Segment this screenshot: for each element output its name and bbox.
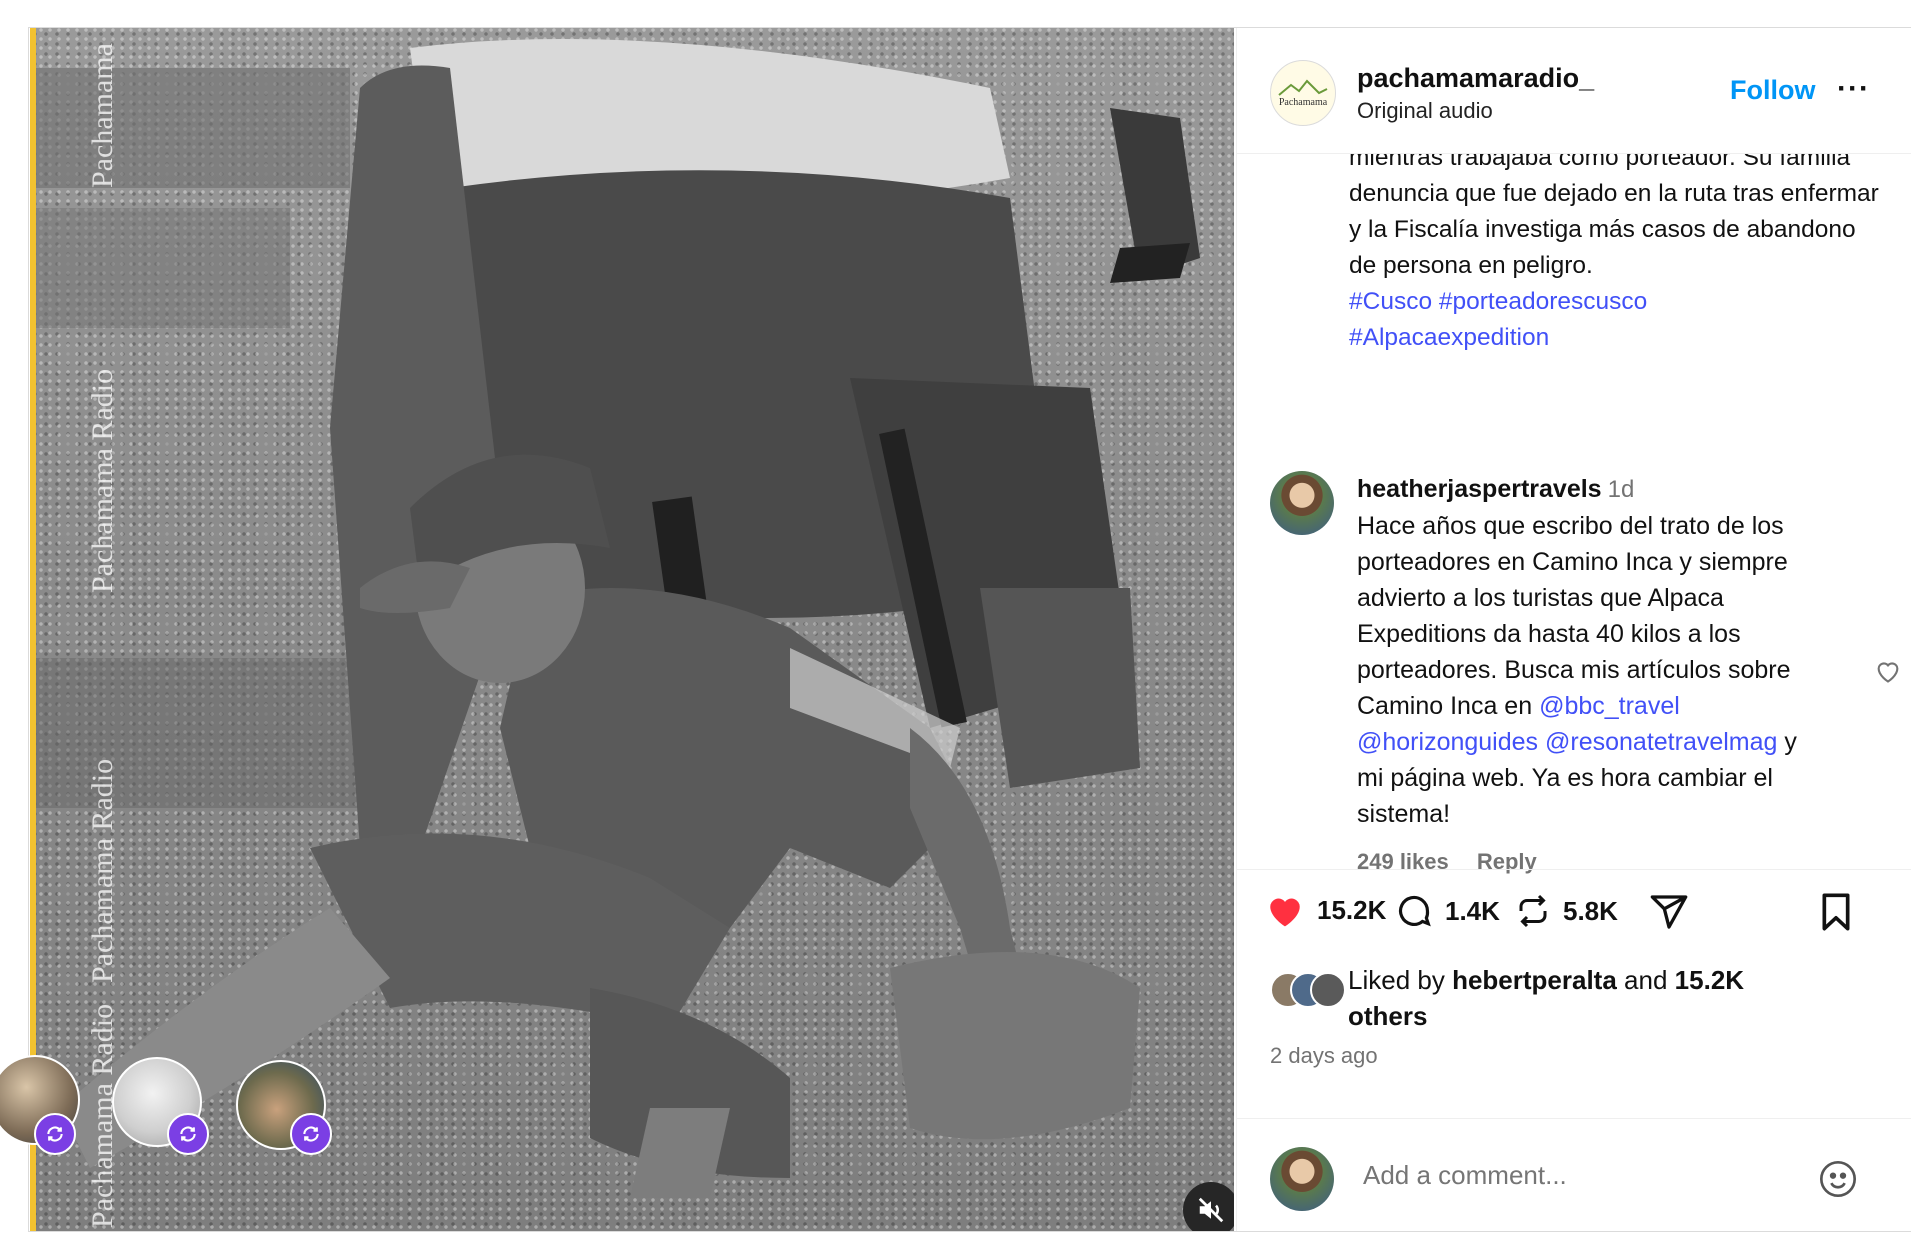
liked-by-and: and: [1624, 965, 1668, 995]
watermark-top: Pachamama: [86, 43, 119, 188]
repost-icon: [1519, 894, 1547, 928]
follow-button[interactable]: Follow: [1730, 75, 1815, 106]
watermark-lower: Pachamama Radio: [86, 758, 119, 983]
comment-reply-button[interactable]: Reply: [1477, 849, 1537, 874]
likes-count: 15.2K: [1317, 894, 1387, 925]
repost-badge: [167, 1113, 209, 1155]
commenter-username[interactable]: heatherjaspertravels: [1357, 475, 1602, 503]
repost-action[interactable]: 5.8K: [1515, 892, 1618, 930]
comment-likes[interactable]: 249 likes: [1357, 849, 1449, 874]
accent-edge: [30, 28, 36, 1231]
comment-text: Hace años que escribo del trato de los p…: [1357, 512, 1791, 720]
logo-text: Pachamama: [1279, 97, 1328, 108]
audio-label[interactable]: Original audio: [1357, 98, 1493, 124]
liked-by-text: Liked by hebertperalta and 15.2K others: [1348, 962, 1828, 1034]
porter-illustration: [30, 39, 1200, 1198]
add-comment-row: [1237, 1118, 1911, 1232]
repost-icon: [47, 1126, 63, 1142]
send-icon: [1650, 895, 1688, 929]
hashtag-alpacaexpedition[interactable]: #Alpacaexpedition: [1349, 324, 1549, 351]
commenter-avatar[interactable]: [1270, 471, 1334, 535]
speaker-muted-icon: [1198, 1197, 1224, 1223]
post-caption: mientras trabajaba como porteador. Su fa…: [1349, 140, 1889, 356]
mention-bbc-travel[interactable]: @bbc_travel: [1539, 692, 1680, 720]
comment-time: 1d: [1607, 476, 1635, 503]
post-actions: 15.2K 1.4K 5.8K Liked by hebertperalta a…: [1237, 869, 1911, 1068]
comment-like-button[interactable]: [1874, 658, 1902, 689]
heart-filled-icon: [1270, 898, 1300, 927]
save-action[interactable]: [1819, 892, 1853, 932]
more-options-button[interactable]: ···: [1837, 72, 1870, 106]
heart-outline-icon: [1877, 662, 1899, 683]
share-action[interactable]: [1649, 892, 1689, 932]
comments-count: 1.4K: [1445, 895, 1500, 926]
bookmark-icon: [1822, 893, 1850, 931]
liked-by-prefix: Liked by: [1348, 965, 1445, 995]
like-action[interactable]: 15.2K: [1265, 892, 1386, 928]
comment-body: heatherjaspertravels 1d Hace años que esc…: [1357, 471, 1827, 832]
comment-meta: 249 likes Reply: [1357, 849, 1559, 875]
caption-text: mientras trabajaba como porteador. Su fa…: [1349, 144, 1879, 279]
watermark-middle: Pachamama Radio: [86, 368, 119, 593]
repost-icon: [180, 1126, 196, 1142]
hashtag-cusco[interactable]: #Cusco: [1349, 288, 1432, 315]
mention-resonatetravelmag[interactable]: @resonatetravelmag: [1545, 728, 1777, 756]
liker-avatar[interactable]: [1310, 972, 1346, 1008]
mute-button[interactable]: [1183, 1182, 1234, 1231]
repost-badge: [34, 1113, 76, 1155]
repost-badge: [290, 1113, 332, 1155]
pachamama-logo-icon: Pachamama: [1278, 79, 1328, 108]
repost-icon: [303, 1126, 319, 1142]
comment-action[interactable]: 1.4K: [1395, 892, 1500, 930]
hashtag-porteadorescusco[interactable]: #porteadorescusco: [1439, 288, 1647, 315]
comment-icon: [1398, 895, 1431, 927]
post-timestamp[interactable]: 2 days ago: [1270, 1043, 1378, 1069]
emoji-icon: [1820, 1161, 1856, 1197]
emoji-button[interactable]: [1818, 1159, 1858, 1204]
account-avatar[interactable]: Pachamama: [1270, 60, 1336, 126]
account-username[interactable]: pachamamaradio_: [1357, 63, 1594, 94]
post-side-panel: mientras trabajaba como porteador. Su fa…: [1236, 28, 1911, 1231]
current-user-avatar[interactable]: [1270, 1147, 1334, 1211]
post-header: Pachamama pachamamaradio_ Original audio…: [1237, 28, 1911, 154]
post-media[interactable]: Pachamama Pachamama Radio Pachamama Radi…: [30, 28, 1234, 1231]
liked-by-user[interactable]: hebertperalta: [1452, 965, 1617, 995]
add-comment-input[interactable]: [1361, 1159, 1785, 1192]
mention-horizonguides[interactable]: @horizonguides: [1357, 728, 1538, 756]
reposts-count: 5.8K: [1563, 895, 1618, 926]
